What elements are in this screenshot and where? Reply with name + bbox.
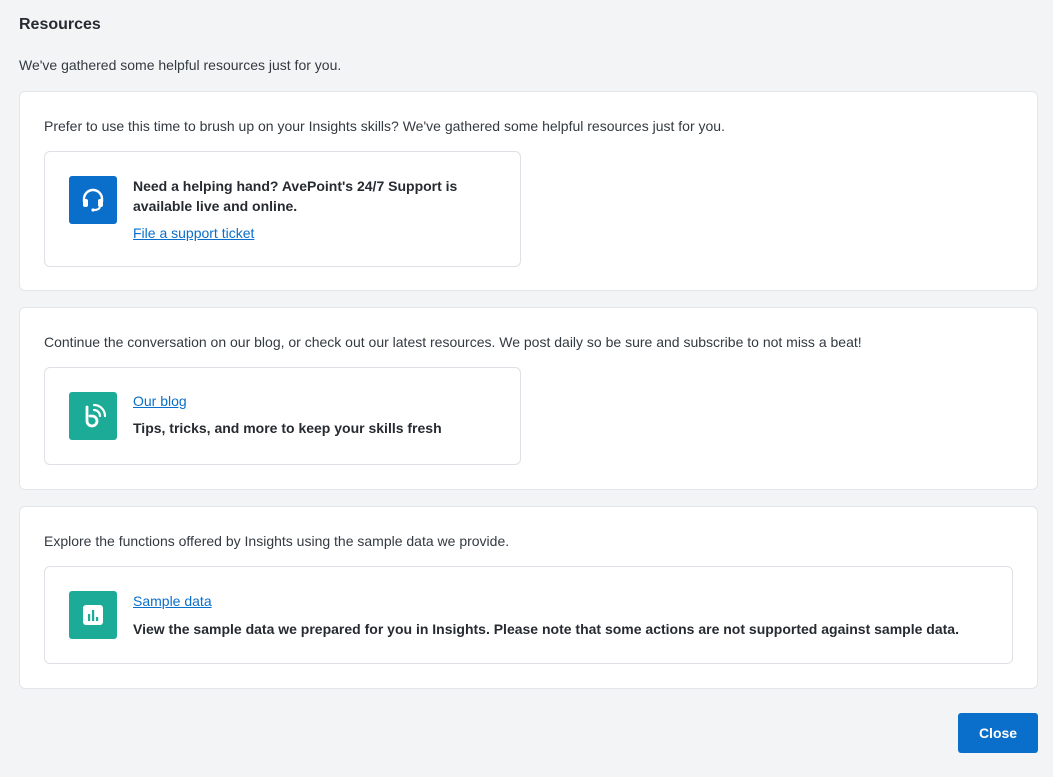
support-text-line2: available live and online.: [133, 198, 298, 214]
support-section: Prefer to use this time to brush up on y…: [19, 91, 1038, 291]
page-subtitle: We've gathered some helpful resources ju…: [19, 57, 342, 73]
sample-data-link[interactable]: Sample data: [133, 591, 212, 611]
page-title: Resources: [19, 16, 101, 33]
support-section-text: Prefer to use this time to brush up on y…: [44, 118, 725, 134]
file-support-ticket-link[interactable]: File a support ticket: [133, 223, 254, 243]
support-text-line1: Need a helping hand? AvePoint's 24/7 Sup…: [133, 178, 458, 194]
chart-icon: [69, 591, 117, 639]
sample-data-description: View the sample data we prepared for you…: [133, 621, 959, 637]
sample-data-section: Explore the functions offered by Insight…: [19, 506, 1038, 689]
our-blog-link[interactable]: Our blog: [133, 391, 187, 411]
blog-section: Continue the conversation on our blog, o…: [19, 307, 1038, 490]
blog-description: Tips, tricks, and more to keep your skil…: [133, 420, 442, 436]
support-card: Need a helping hand? AvePoint's 24/7 Sup…: [44, 151, 521, 267]
close-button[interactable]: Close: [958, 713, 1038, 753]
blog-card: Our blog Tips, tricks, and more to keep …: [44, 367, 521, 465]
support-description: Need a helping hand? AvePoint's 24/7 Sup…: [133, 176, 457, 216]
sample-data-card: Sample data View the sample data we prep…: [44, 566, 1013, 664]
sample-data-section-text: Explore the functions offered by Insight…: [44, 533, 510, 549]
blog-section-text: Continue the conversation on our blog, o…: [44, 334, 862, 350]
blog-icon: [69, 392, 117, 440]
headset-icon: [69, 176, 117, 224]
